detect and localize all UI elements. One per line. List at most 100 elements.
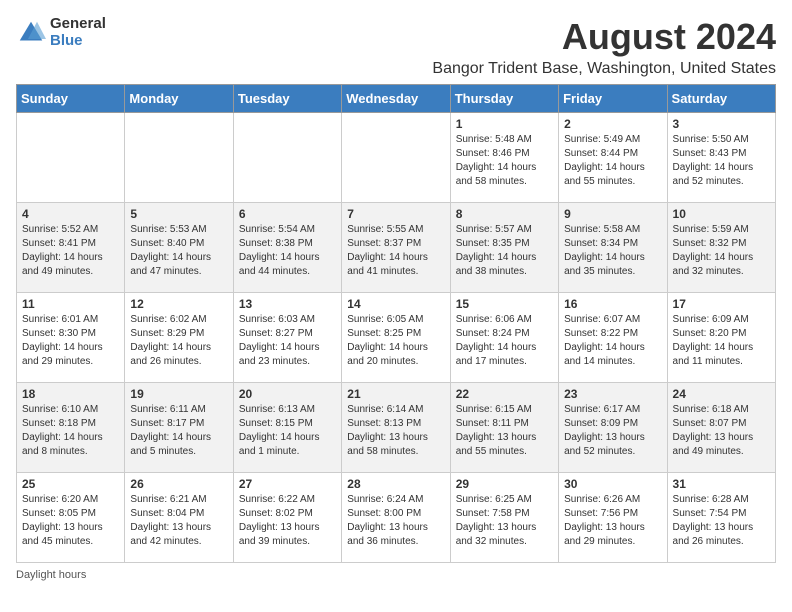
- day-info: Sunrise: 5:59 AM Sunset: 8:32 PM Dayligh…: [673, 223, 770, 279]
- day-info: Sunrise: 6:09 AM Sunset: 8:20 PM Dayligh…: [673, 313, 770, 369]
- logo-icon: [16, 18, 46, 48]
- day-info: Sunrise: 6:03 AM Sunset: 8:27 PM Dayligh…: [239, 313, 336, 369]
- day-info: Sunrise: 6:07 AM Sunset: 8:22 PM Dayligh…: [564, 313, 661, 369]
- calendar-header-wednesday: Wednesday: [342, 85, 450, 113]
- day-info: Sunrise: 5:55 AM Sunset: 8:37 PM Dayligh…: [347, 223, 444, 279]
- calendar-cell: 27 Sunrise: 6:22 AM Sunset: 8:02 PM Dayli…: [233, 473, 341, 563]
- header: General Blue August 2024 Bangor Trident …: [16, 16, 776, 78]
- day-number: 25: [22, 477, 119, 491]
- calendar-cell: 29 Sunrise: 6:25 AM Sunset: 7:58 PM Dayli…: [450, 473, 558, 563]
- day-info: Sunrise: 6:25 AM Sunset: 7:58 PM Dayligh…: [456, 493, 553, 549]
- day-number: 23: [564, 387, 661, 401]
- day-number: 24: [673, 387, 770, 401]
- day-info: Sunrise: 6:20 AM Sunset: 8:05 PM Dayligh…: [22, 493, 119, 549]
- day-info: Sunrise: 6:06 AM Sunset: 8:24 PM Dayligh…: [456, 313, 553, 369]
- calendar-cell: 26 Sunrise: 6:21 AM Sunset: 8:04 PM Dayli…: [125, 473, 233, 563]
- calendar-header-thursday: Thursday: [450, 85, 558, 113]
- calendar-cell: 30Sunrise: 6:26 AM Sunset: 7:56 PM Dayli…: [559, 473, 667, 563]
- calendar-cell: 4 Sunrise: 5:52 AM Sunset: 8:41 PM Daylig…: [17, 203, 125, 293]
- calendar-header-saturday: Saturday: [667, 85, 775, 113]
- calendar-cell: [125, 113, 233, 203]
- calendar-cell: 19 Sunrise: 6:11 AM Sunset: 8:17 PM Dayli…: [125, 383, 233, 473]
- day-number: 26: [130, 477, 227, 491]
- calendar-cell: 21Sunrise: 6:14 AM Sunset: 8:13 PM Dayli…: [342, 383, 450, 473]
- footer-note: Daylight hours: [16, 569, 776, 581]
- calendar-cell: 17Sunrise: 6:09 AM Sunset: 8:20 PM Dayli…: [667, 293, 775, 383]
- calendar-cell: 8 Sunrise: 5:57 AM Sunset: 8:35 PM Daylig…: [450, 203, 558, 293]
- day-number: 20: [239, 387, 336, 401]
- day-info: Sunrise: 5:52 AM Sunset: 8:41 PM Dayligh…: [22, 223, 119, 279]
- calendar: SundayMondayTuesdayWednesdayThursdayFrid…: [16, 84, 776, 563]
- day-info: Sunrise: 6:15 AM Sunset: 8:11 PM Dayligh…: [456, 403, 553, 459]
- day-number: 8: [456, 207, 553, 221]
- day-info: Sunrise: 6:24 AM Sunset: 8:00 PM Dayligh…: [347, 493, 444, 549]
- calendar-cell: 2Sunrise: 5:49 AM Sunset: 8:44 PM Daylig…: [559, 113, 667, 203]
- calendar-cell: 18 Sunrise: 6:10 AM Sunset: 8:18 PM Dayli…: [17, 383, 125, 473]
- subtitle: Bangor Trident Base, Washington, United …: [432, 60, 776, 78]
- calendar-cell: 6 Sunrise: 5:54 AM Sunset: 8:38 PM Daylig…: [233, 203, 341, 293]
- day-info: Sunrise: 6:01 AM Sunset: 8:30 PM Dayligh…: [22, 313, 119, 369]
- calendar-cell: 23 Sunrise: 6:17 AM Sunset: 8:09 PM Dayli…: [559, 383, 667, 473]
- day-number: 28: [347, 477, 444, 491]
- day-number: 4: [22, 207, 119, 221]
- day-info: Sunrise: 6:28 AM Sunset: 7:54 PM Dayligh…: [673, 493, 770, 549]
- calendar-cell: 22 Sunrise: 6:15 AM Sunset: 8:11 PM Dayli…: [450, 383, 558, 473]
- calendar-cell: 16 Sunrise: 6:07 AM Sunset: 8:22 PM Dayli…: [559, 293, 667, 383]
- day-number: 16: [564, 297, 661, 311]
- day-info: Sunrise: 6:22 AM Sunset: 8:02 PM Dayligh…: [239, 493, 336, 549]
- calendar-header-monday: Monday: [125, 85, 233, 113]
- day-info: Sunrise: 6:18 AM Sunset: 8:07 PM Dayligh…: [673, 403, 770, 459]
- calendar-header-sunday: Sunday: [17, 85, 125, 113]
- calendar-cell: 5Sunrise: 5:53 AM Sunset: 8:40 PM Daylig…: [125, 203, 233, 293]
- calendar-cell: 12Sunrise: 6:02 AM Sunset: 8:29 PM Dayli…: [125, 293, 233, 383]
- calendar-cell: 11 Sunrise: 6:01 AM Sunset: 8:30 PM Dayli…: [17, 293, 125, 383]
- day-number: 18: [22, 387, 119, 401]
- calendar-week-5: 25 Sunrise: 6:20 AM Sunset: 8:05 PM Dayli…: [17, 473, 776, 563]
- main-title: August 2024: [432, 16, 776, 58]
- day-number: 27: [239, 477, 336, 491]
- calendar-cell: 14Sunrise: 6:05 AM Sunset: 8:25 PM Dayli…: [342, 293, 450, 383]
- calendar-cell: 1 Sunrise: 5:48 AM Sunset: 8:46 PM Daylig…: [450, 113, 558, 203]
- day-number: 1: [456, 117, 553, 131]
- calendar-week-4: 18 Sunrise: 6:10 AM Sunset: 8:18 PM Dayli…: [17, 383, 776, 473]
- logo-text: General Blue: [50, 16, 106, 49]
- day-info: Sunrise: 5:49 AM Sunset: 8:44 PM Dayligh…: [564, 133, 661, 189]
- calendar-cell: [342, 113, 450, 203]
- calendar-cell: 3 Sunrise: 5:50 AM Sunset: 8:43 PM Daylig…: [667, 113, 775, 203]
- day-info: Sunrise: 6:21 AM Sunset: 8:04 PM Dayligh…: [130, 493, 227, 549]
- day-number: 19: [130, 387, 227, 401]
- day-number: 29: [456, 477, 553, 491]
- calendar-cell: 25 Sunrise: 6:20 AM Sunset: 8:05 PM Dayli…: [17, 473, 125, 563]
- day-number: 11: [22, 297, 119, 311]
- day-number: 10: [673, 207, 770, 221]
- calendar-week-2: 4 Sunrise: 5:52 AM Sunset: 8:41 PM Daylig…: [17, 203, 776, 293]
- day-info: Sunrise: 5:58 AM Sunset: 8:34 PM Dayligh…: [564, 223, 661, 279]
- day-number: 22: [456, 387, 553, 401]
- calendar-week-1: 1 Sunrise: 5:48 AM Sunset: 8:46 PM Daylig…: [17, 113, 776, 203]
- calendar-cell: 28 Sunrise: 6:24 AM Sunset: 8:00 PM Dayli…: [342, 473, 450, 563]
- calendar-cell: 20Sunrise: 6:13 AM Sunset: 8:15 PM Dayli…: [233, 383, 341, 473]
- day-info: Sunrise: 5:54 AM Sunset: 8:38 PM Dayligh…: [239, 223, 336, 279]
- calendar-header-friday: Friday: [559, 85, 667, 113]
- calendar-cell: 24 Sunrise: 6:18 AM Sunset: 8:07 PM Dayli…: [667, 383, 775, 473]
- logo: General Blue: [16, 16, 106, 49]
- day-number: 6: [239, 207, 336, 221]
- day-info: Sunrise: 6:11 AM Sunset: 8:17 PM Dayligh…: [130, 403, 227, 459]
- day-info: Sunrise: 6:17 AM Sunset: 8:09 PM Dayligh…: [564, 403, 661, 459]
- title-area: August 2024 Bangor Trident Base, Washing…: [432, 16, 776, 78]
- day-number: 3: [673, 117, 770, 131]
- day-info: Sunrise: 6:10 AM Sunset: 8:18 PM Dayligh…: [22, 403, 119, 459]
- day-info: Sunrise: 5:48 AM Sunset: 8:46 PM Dayligh…: [456, 133, 553, 189]
- calendar-cell: 10 Sunrise: 5:59 AM Sunset: 8:32 PM Dayli…: [667, 203, 775, 293]
- day-number: 7: [347, 207, 444, 221]
- day-number: 21: [347, 387, 444, 401]
- day-number: 13: [239, 297, 336, 311]
- day-info: Sunrise: 5:57 AM Sunset: 8:35 PM Dayligh…: [456, 223, 553, 279]
- day-info: Sunrise: 5:50 AM Sunset: 8:43 PM Dayligh…: [673, 133, 770, 189]
- calendar-cell: 31Sunrise: 6:28 AM Sunset: 7:54 PM Dayli…: [667, 473, 775, 563]
- logo-general: General: [50, 16, 106, 33]
- calendar-cell: 9 Sunrise: 5:58 AM Sunset: 8:34 PM Daylig…: [559, 203, 667, 293]
- calendar-cell: 13 Sunrise: 6:03 AM Sunset: 8:27 PM Dayli…: [233, 293, 341, 383]
- day-number: 9: [564, 207, 661, 221]
- day-number: 30: [564, 477, 661, 491]
